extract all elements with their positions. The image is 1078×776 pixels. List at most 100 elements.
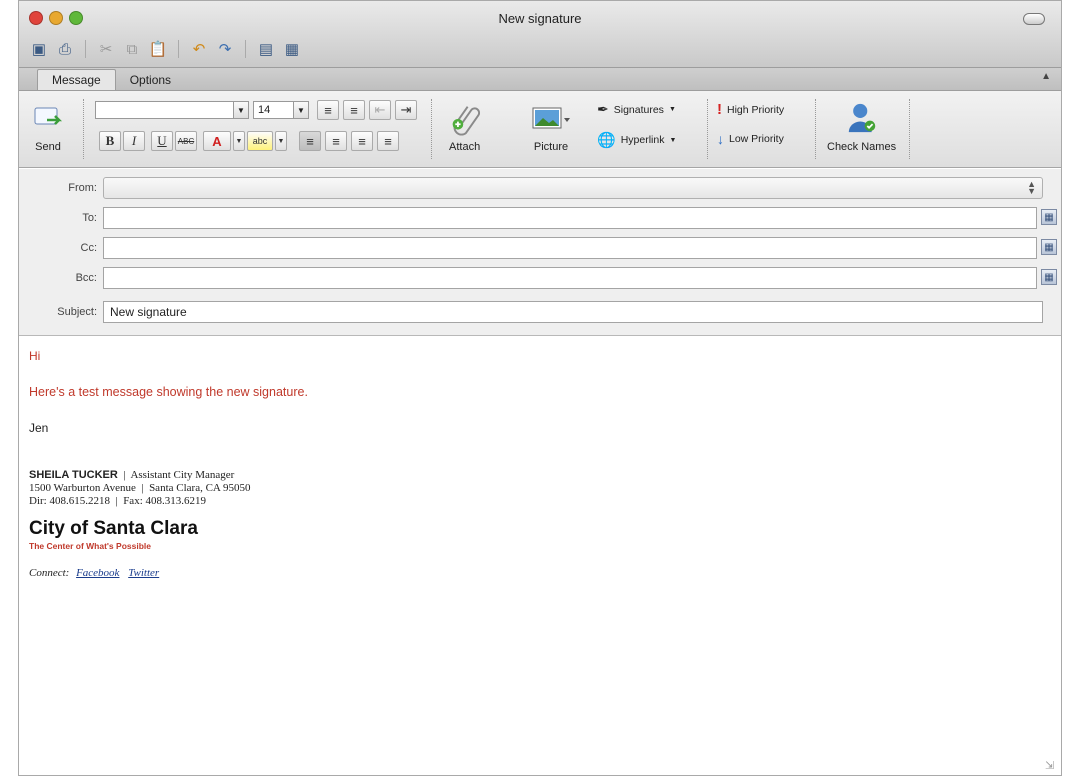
- save-icon[interactable]: ▣: [29, 39, 49, 59]
- numbered-list-icon: ≡: [350, 102, 358, 118]
- cc-field[interactable]: [103, 237, 1037, 259]
- compose-window: New signature ▣ ⎙ ✂ ⧉ 📋 ↶ ↷ ▤ ▦ Message …: [18, 0, 1062, 776]
- increase-indent-button[interactable]: ⇥: [395, 100, 417, 120]
- bullets-button[interactable]: ≡: [317, 100, 339, 120]
- person-check-icon: [847, 99, 877, 137]
- align-right-button[interactable]: ≡: [351, 131, 373, 151]
- paste-icon[interactable]: 📋: [148, 39, 168, 59]
- to-label: To:: [82, 212, 97, 224]
- signature-block: SHEILA TUCKER | Assistant City Manager 1…: [29, 469, 1061, 580]
- greeting-text: Hi: [29, 349, 41, 363]
- signature-org: City of Santa Clara: [29, 518, 198, 539]
- low-priority-button[interactable]: ↓ Low Priority: [717, 131, 784, 147]
- bold-button[interactable]: B: [99, 131, 121, 151]
- chevron-down-icon: ▼: [233, 102, 248, 118]
- high-priority-button[interactable]: ! High Priority: [717, 101, 784, 118]
- resize-grip-icon[interactable]: ⇲: [1045, 759, 1057, 772]
- message-body[interactable]: Hi Here's a test message showing the new…: [19, 337, 1061, 775]
- address-book-icon[interactable]: ▦: [1041, 209, 1057, 225]
- toolbar-toggle-button[interactable]: [1023, 13, 1045, 25]
- check-names-button[interactable]: Check Names: [827, 99, 896, 153]
- attach-label: Attach: [449, 141, 481, 153]
- undo-icon[interactable]: ↶: [189, 39, 209, 59]
- decrease-indent-button[interactable]: ⇤: [369, 100, 391, 120]
- exclamation-icon: !: [717, 101, 722, 118]
- subject-row: Subject: New signature: [19, 301, 1061, 325]
- signature-fax: Fax: 408.313.6219: [123, 495, 206, 507]
- window-title: New signature: [498, 11, 582, 26]
- to-row: To: ▦: [19, 207, 1061, 231]
- redo-icon[interactable]: ↷: [215, 39, 235, 59]
- cc-label: Cc:: [80, 242, 98, 254]
- align-left-button[interactable]: ≡: [299, 131, 321, 151]
- picture-label: Picture: [533, 141, 569, 153]
- connect-label: Connect:: [29, 567, 70, 579]
- highlight-button[interactable]: abc: [247, 131, 273, 151]
- bcc-field[interactable]: [103, 267, 1037, 289]
- stepper-icon: ▲ ▼: [1027, 179, 1036, 196]
- from-row: From: ▲ ▼: [19, 177, 1061, 201]
- highlight-dropdown[interactable]: ▼: [275, 131, 287, 151]
- to-field[interactable]: [103, 207, 1037, 229]
- arrow-down-icon: ↓: [717, 131, 724, 147]
- align-center-icon: ≡: [332, 133, 340, 149]
- address-book-icon[interactable]: ▦: [1041, 269, 1057, 285]
- signature-dir: Dir: 408.615.2218: [29, 495, 110, 507]
- address-book-icon[interactable]: ▦: [1041, 239, 1057, 255]
- signature-role: Assistant City Manager: [130, 469, 235, 481]
- font-color-button[interactable]: A: [203, 131, 231, 151]
- chevron-down-icon: ▼: [669, 136, 677, 144]
- signature-city: Santa Clara, CA 95050: [149, 482, 251, 494]
- underline-button[interactable]: U: [151, 131, 173, 151]
- paperclip-icon: [450, 99, 480, 139]
- cc-row: Cc: ▦: [19, 237, 1061, 261]
- attach-button[interactable]: Attach: [449, 99, 480, 153]
- tab-options[interactable]: Options: [116, 70, 185, 90]
- sender-name: Jen: [29, 421, 49, 435]
- picture-button[interactable]: Picture: [531, 103, 571, 153]
- signature-pen-icon: ✒: [597, 101, 609, 117]
- chevron-down-icon: ▼: [668, 106, 676, 113]
- layout-icon[interactable]: ▦: [282, 39, 302, 59]
- font-size-select[interactable]: 14 ▼: [253, 101, 309, 119]
- chevron-down-icon: ▼: [235, 137, 243, 145]
- numbering-button[interactable]: ≡: [343, 100, 365, 120]
- align-right-icon: ≡: [358, 133, 366, 149]
- font-color-dropdown[interactable]: ▼: [233, 131, 245, 151]
- bullet-list-icon: ≡: [324, 102, 332, 118]
- title-bar: New signature ▣ ⎙ ✂ ⧉ 📋 ↶ ↷ ▤ ▦: [19, 1, 1061, 68]
- collapse-ribbon-icon[interactable]: ▲: [1041, 71, 1051, 82]
- bcc-row: Bcc: ▦: [19, 267, 1061, 291]
- twitter-link[interactable]: Twitter: [128, 567, 159, 579]
- hyperlink-button[interactable]: 🌐 Hyperlink ▼: [597, 131, 676, 149]
- strikethrough-button[interactable]: ABC: [175, 131, 197, 151]
- send-label: Send: [35, 141, 61, 153]
- chevron-down-icon: ▼: [293, 102, 308, 118]
- tab-message[interactable]: Message: [37, 69, 116, 90]
- message-line: Here's a test message showing the new si…: [29, 385, 308, 399]
- subject-label: Subject:: [57, 306, 97, 318]
- italic-button[interactable]: I: [123, 131, 145, 151]
- signature-street: 1500 Warburton Avenue: [29, 482, 136, 494]
- send-button[interactable]: Send: [33, 101, 63, 153]
- justify-button[interactable]: ≡: [377, 131, 399, 151]
- print-icon[interactable]: ⎙: [55, 39, 75, 59]
- from-label: From:: [68, 182, 97, 194]
- cut-icon[interactable]: ✂: [96, 39, 116, 59]
- justify-icon: ≡: [384, 133, 392, 149]
- align-center-button[interactable]: ≡: [325, 131, 347, 151]
- globe-icon: 🌐: [597, 132, 616, 149]
- font-name-select[interactable]: ▼: [95, 101, 249, 119]
- bcc-label: Bcc:: [75, 272, 97, 284]
- ribbon: Send ▼ 14 ▼ ≡ ≡ ⇤ ⇥ B I U ABC A ▼ abc ▼ ≡…: [19, 91, 1061, 168]
- insert-icon[interactable]: ▤: [256, 39, 276, 59]
- ribbon-tabs: Message Options ▲: [19, 68, 1061, 91]
- facebook-link[interactable]: Facebook: [76, 567, 119, 579]
- signature-name: SHEILA TUCKER: [29, 469, 118, 481]
- signatures-button[interactable]: ✒ Signatures ▼: [597, 101, 676, 118]
- picture-icon: [531, 103, 571, 133]
- subject-field[interactable]: New signature: [103, 301, 1043, 323]
- signature-connect: Connect: Facebook Twitter: [29, 567, 1061, 580]
- from-select[interactable]: ▲ ▼: [103, 177, 1043, 199]
- copy-icon[interactable]: ⧉: [122, 39, 142, 59]
